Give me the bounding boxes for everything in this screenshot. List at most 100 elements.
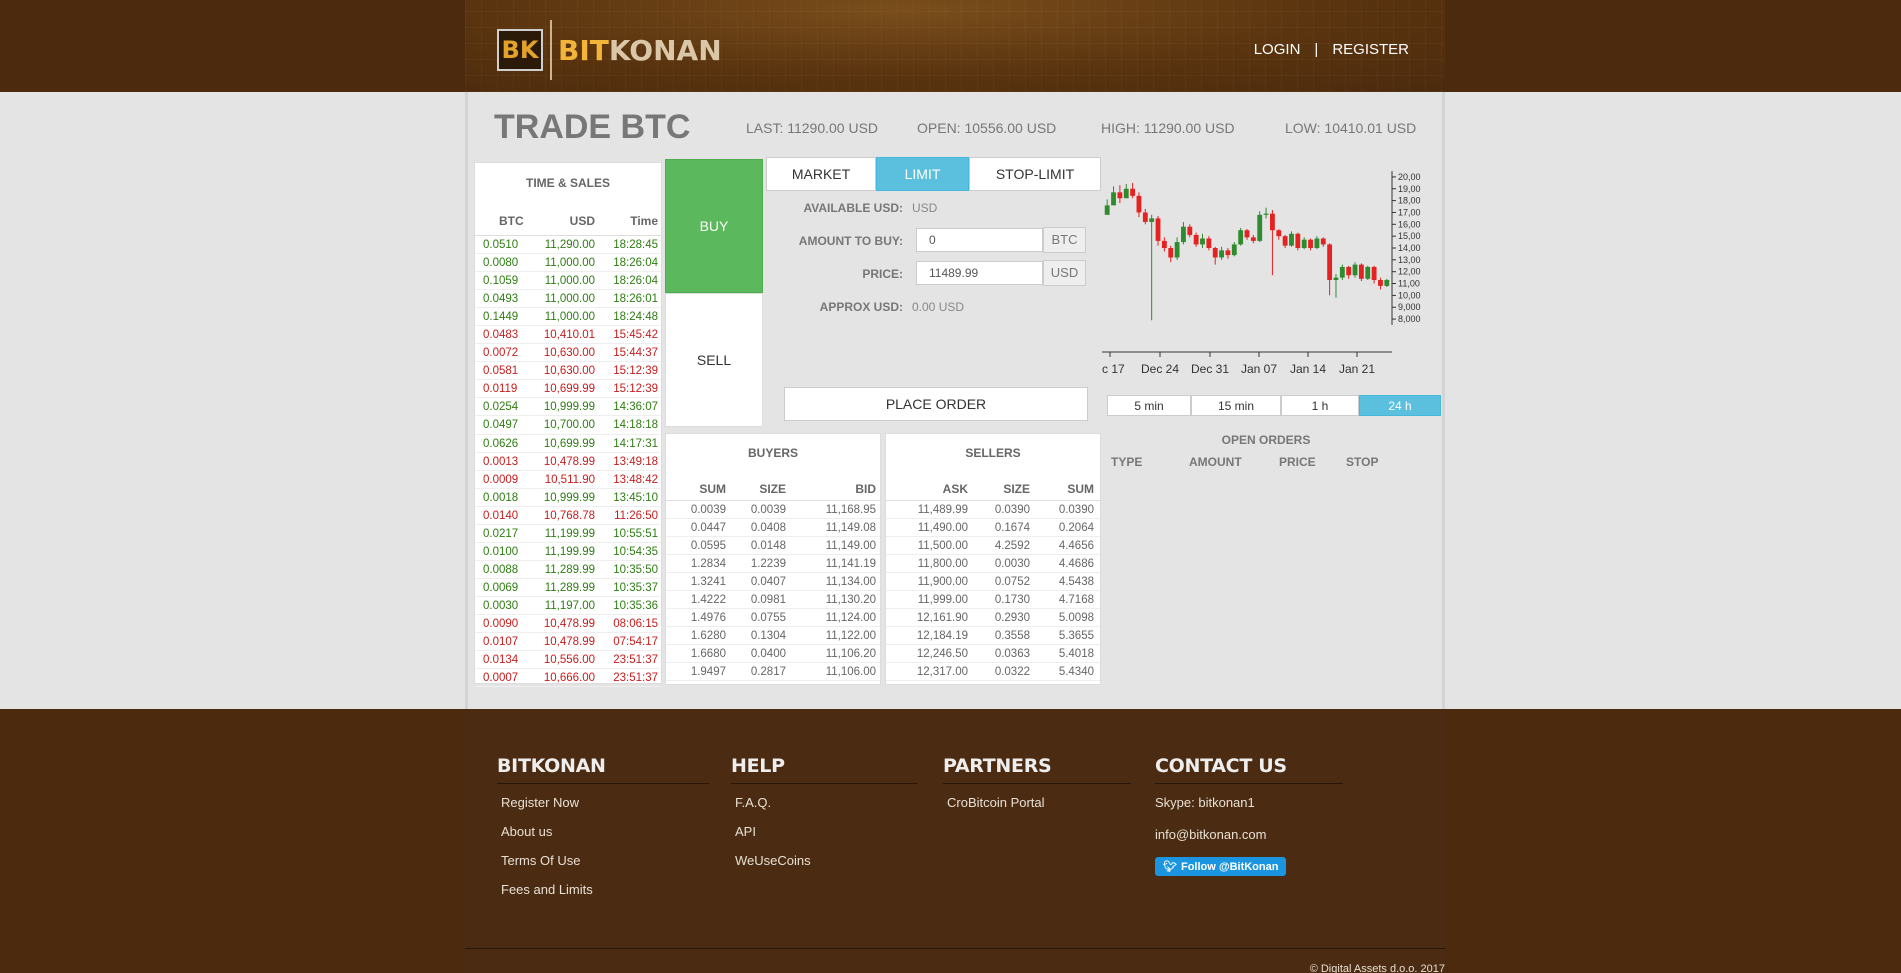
footer-col-contact: CONTACT US Skype: bitkonan1 info@bitkona… [1155, 755, 1343, 876]
candle-body [1123, 188, 1129, 199]
price-chart[interactable]: 20,00 19,00 18,00 17,00 16,00 15,00 14,00 13,00… [1095, 163, 1428, 385]
range-15min[interactable]: 15 min [1191, 395, 1281, 416]
time-sales-cell-btc: 0.0007 [483, 672, 519, 685]
buyers-cell: 1.9497 [690, 666, 726, 678]
buyers-cell: 11,141.19 [825, 558, 876, 570]
range-24h[interactable]: 24 h [1359, 395, 1441, 416]
y-tick-label: 20,00 [1398, 172, 1421, 182]
buyers-cell: 0.0039 [690, 504, 726, 516]
footer-inner: BITKONAN Register Now About us Terms Of … [465, 709, 1445, 973]
tab-market[interactable]: MARKET [766, 157, 876, 191]
login-link[interactable]: LOGIN [1254, 41, 1301, 58]
sellers-row[interactable]: 11,500.00 4.2592 4.4656 [886, 537, 1100, 555]
buyers-row[interactable]: 0.0595 0.0148 11,149.00 [666, 537, 880, 555]
sellers-cell: 11,489.99 [917, 504, 968, 516]
buy-button[interactable]: BUY [665, 159, 763, 293]
candle-body [1225, 250, 1231, 256]
buyers-cell: 11,168.95 [825, 504, 876, 516]
buyers-row[interactable]: 1.9497 0.2817 11,106.00 [666, 663, 880, 681]
footer-email[interactable]: info@bitkonan.com [1155, 827, 1343, 845]
time-and-sales-header: BTC USD Time [475, 214, 661, 236]
footer-link-faq[interactable]: F.A.Q. [731, 795, 918, 813]
footer-link-fees[interactable]: Fees and Limits [497, 882, 709, 900]
twitter-follow-button[interactable]: 🐦︎ Follow @BitKonan [1155, 857, 1287, 876]
buyers-row[interactable]: 0.0039 0.0039 11,168.95 [666, 501, 880, 519]
buyers-row[interactable]: 1.2834 1.2239 11,141.19 [666, 555, 880, 573]
sellers-row[interactable]: 11,800.00 0.0030 4.4686 [886, 555, 1100, 573]
range-1h[interactable]: 1 h [1281, 395, 1359, 416]
y-tick-label: 19,00 [1398, 184, 1421, 194]
footer-link-crobitcoin[interactable]: CroBitcoin Portal [943, 795, 1131, 813]
time-sales-cell-time: 15:12:39 [613, 383, 658, 396]
time-sales-cell-btc: 0.0018 [483, 491, 519, 504]
y-tick-label: 8,000 [1398, 314, 1421, 324]
time-sales-cell-btc: 0.0080 [483, 257, 519, 270]
y-tick-label: 9,000 [1398, 302, 1421, 312]
sellers-row[interactable]: 12,184.19 0.3558 5.3655 [886, 627, 1100, 645]
time-sales-cell-time: 23:51:37 [613, 672, 658, 685]
sellers-row[interactable]: 12,317.00 0.0322 5.4340 [886, 663, 1100, 681]
candle-body [1301, 239, 1307, 248]
buyers-header: SUM SIZE BID [666, 482, 880, 501]
candle-body [1384, 279, 1390, 286]
sellers-cell: 0.3558 [994, 630, 1030, 642]
buyers-row[interactable]: 1.4976 0.0755 11,124.00 [666, 609, 880, 627]
col-ask: ASK [942, 482, 968, 496]
sellers-row[interactable]: 11,999.00 0.1730 4.7168 [886, 591, 1100, 609]
sellers-row[interactable]: 12,246.50 0.0363 5.4018 [886, 645, 1100, 663]
sellers-row[interactable]: 11,900.00 0.0752 4.5438 [886, 573, 1100, 591]
time-sales-row: 0.1449 11,000.00 18:24:48 [475, 308, 661, 327]
col-time: Time [630, 214, 658, 228]
logo[interactable]: BK BITKONAN [497, 18, 722, 82]
footer-link-terms[interactable]: Terms Of Use [497, 853, 709, 871]
range-5min[interactable]: 5 min [1107, 395, 1191, 416]
sell-button[interactable]: SELL [665, 293, 763, 427]
sellers-row[interactable]: 12,161.90 0.2930 5.0098 [886, 609, 1100, 627]
time-sales-cell-btc: 0.0119 [483, 383, 518, 396]
nav-separator: | [1314, 41, 1319, 58]
buyers-row[interactable]: 0.0447 0.0408 11,149.08 [666, 519, 880, 537]
time-sales-cell-btc: 0.0497 [483, 419, 519, 432]
sellers-row[interactable]: 11,490.00 0.1674 0.2064 [886, 519, 1100, 537]
candle-body [1193, 234, 1199, 245]
candle-body [1181, 226, 1186, 243]
time-sales-cell-btc: 0.0013 [483, 455, 519, 468]
time-sales-row: 0.1059 11,000.00 18:26:04 [475, 272, 661, 291]
time-sales-cell-usd: 10,768.78 [543, 509, 595, 522]
tab-stop-limit[interactable]: STOP-LIMIT [969, 157, 1101, 191]
time-sales-cell-time: 11:26:50 [614, 509, 658, 522]
time-sales-cell-usd: 10,511.90 [544, 473, 595, 486]
time-sales-cell-btc: 0.0254 [483, 401, 519, 414]
register-link[interactable]: REGISTER [1332, 41, 1409, 58]
available-label: AVAILABLE USD: [803, 201, 903, 215]
time-sales-row: 0.0009 10,511.90 13:48:42 [475, 471, 661, 489]
time-sales-cell-time: 10:54:35 [613, 545, 658, 558]
tab-limit[interactable]: LIMIT [876, 157, 969, 191]
col-size: SIZE [1003, 482, 1030, 496]
price-unit: USD [1043, 260, 1086, 286]
footer-link-register-now[interactable]: Register Now [497, 795, 709, 813]
footer-link-weusecoins[interactable]: WeUseCoins [731, 853, 918, 871]
buyers-row[interactable]: 1.6280 0.1304 11,122.00 [666, 627, 880, 645]
x-tick-label: Jan 14 [1290, 362, 1326, 376]
sellers-row[interactable]: 11,489.99 0.0390 0.0390 [886, 501, 1100, 519]
place-order-button[interactable]: PLACE ORDER [784, 387, 1088, 421]
candle-body [1130, 188, 1136, 196]
sellers-cell: 4.7168 [1058, 594, 1094, 606]
top-nav: LOGIN | REGISTER [1254, 41, 1409, 58]
time-sales-cell-time: 07:54:17 [613, 636, 658, 649]
price-input[interactable]: 11489.99 [916, 261, 1043, 285]
time-sales-cell-time: 10:35:37 [613, 581, 658, 594]
time-sales-cell-btc: 0.1449 [483, 311, 519, 324]
time-sales-cell-btc: 0.0009 [483, 473, 519, 486]
buyers-row[interactable]: 1.4222 0.0981 11,130.20 [666, 591, 880, 609]
buyers-row[interactable]: 1.6680 0.0400 11,106.20 [666, 645, 880, 663]
amount-input[interactable]: 0 [916, 228, 1043, 252]
footer-link-about-us[interactable]: About us [497, 824, 709, 842]
footer-link-api[interactable]: API [731, 824, 918, 842]
time-sales-cell-btc: 0.0069 [483, 581, 519, 594]
buyers-row[interactable]: 1.3241 0.0407 11,134.00 [666, 573, 880, 591]
time-sales-cell-time: 15:12:39 [613, 365, 658, 378]
time-sales-cell-btc: 0.0072 [483, 347, 519, 360]
buyers-cell: 0.1304 [750, 630, 786, 642]
